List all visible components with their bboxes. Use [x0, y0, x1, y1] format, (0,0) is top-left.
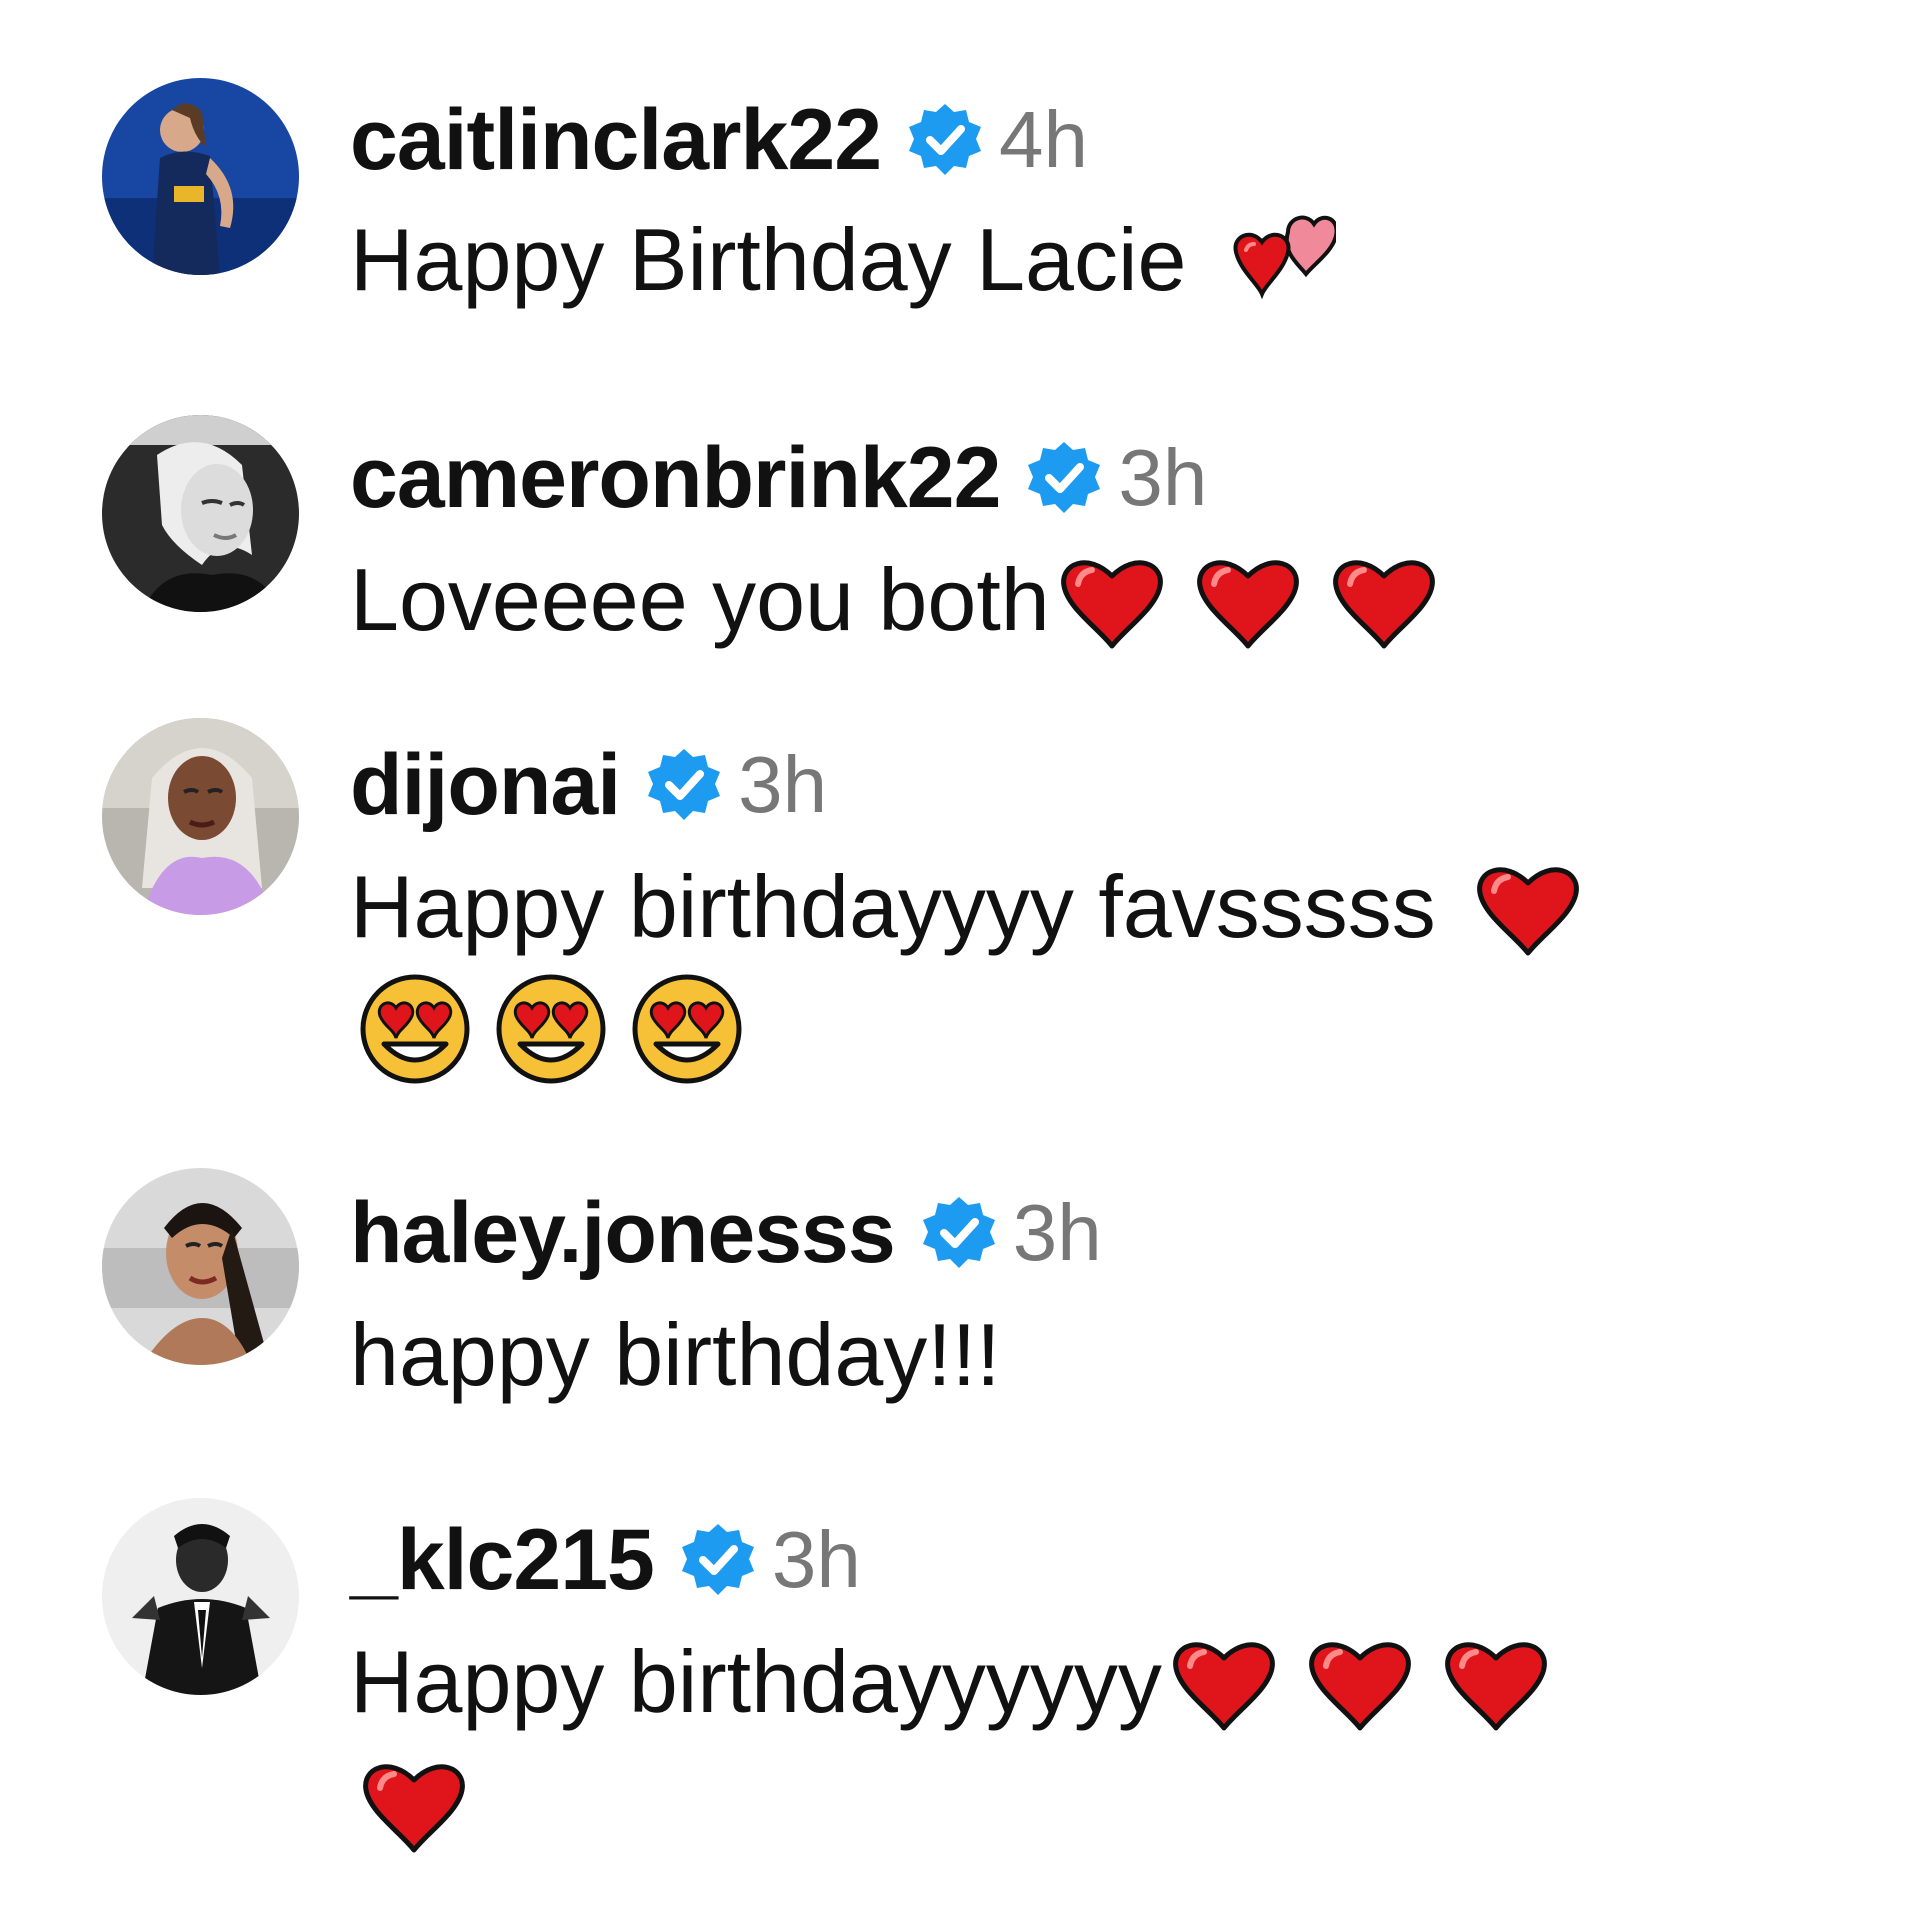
profile-photo-icon: [102, 78, 299, 275]
verified-badge-icon: [922, 1197, 995, 1268]
verified-badge-icon: [1028, 442, 1101, 513]
comment-header: dijonai 3h: [350, 735, 1880, 835]
username[interactable]: haley.jonesss: [350, 1183, 896, 1283]
two-hearts-icon: [1226, 210, 1337, 310]
verified-badge-icon: [909, 104, 982, 175]
comment-emoji-line: [350, 967, 1880, 1091]
timestamp: 3h: [1118, 433, 1208, 522]
red-heart-icon: [1304, 1632, 1416, 1732]
red-heart-icon: [1440, 1632, 1552, 1732]
comment-text: happy birthday!!!: [350, 1305, 1001, 1404]
verified-badge-icon: [681, 1524, 754, 1595]
heart-eyes-icon: [494, 972, 608, 1086]
comment-text: Happy Birthday Lacie: [350, 210, 1187, 309]
red-heart-icon: [1472, 857, 1584, 957]
username[interactable]: caitlinclark22: [350, 90, 882, 190]
avatar[interactable]: [102, 415, 299, 612]
username[interactable]: _klc215: [350, 1510, 655, 1610]
comment-text: Loveeee you both: [350, 550, 1050, 649]
comment-text: Happy birthdayyyyyy: [350, 1632, 1162, 1731]
profile-photo-icon: [102, 1168, 299, 1365]
red-heart-icon: [1192, 550, 1304, 650]
profile-photo-icon: [102, 718, 299, 915]
red-heart-icon: [1168, 1632, 1280, 1732]
avatar[interactable]: [102, 78, 299, 275]
red-heart-icon: [1328, 550, 1440, 650]
comment-emoji-line: [350, 1742, 1880, 1866]
comment-text-line: Happy birthdayyyyyy: [350, 1622, 1880, 1742]
comment-text-line: Happy birthdayyyy favsssss: [350, 847, 1880, 967]
comment-text-line: happy birthday!!!: [350, 1295, 1880, 1415]
username[interactable]: dijonai: [350, 735, 621, 835]
comment-header: cameronbrink22 3h: [350, 428, 1880, 528]
heart-eyes-icon: [630, 972, 744, 1086]
comment-header: _klc215 3h: [350, 1510, 1880, 1610]
username[interactable]: cameronbrink22: [350, 428, 1001, 528]
heart-eyes-icon: [358, 972, 472, 1086]
comment-text-line: Happy Birthday Lacie: [350, 200, 1880, 320]
comment-text: Happy birthdayyyy favsssss: [350, 857, 1436, 956]
verified-badge-icon: [648, 749, 721, 820]
comment-header: caitlinclark22 4h: [350, 90, 1880, 190]
timestamp: 3h: [771, 1515, 861, 1604]
timestamp: 3h: [738, 740, 828, 829]
avatar[interactable]: [102, 1168, 299, 1365]
profile-photo-icon: [102, 1498, 299, 1695]
profile-photo-icon: [102, 415, 299, 612]
avatar[interactable]: [102, 1498, 299, 1695]
comment-header: haley.jonesss 3h: [350, 1183, 1880, 1283]
timestamp: 3h: [1012, 1188, 1102, 1277]
avatar[interactable]: [102, 718, 299, 915]
red-heart-icon: [1056, 550, 1168, 650]
timestamp: 4h: [999, 95, 1089, 184]
red-heart-icon: [358, 1754, 470, 1854]
comment-text-line: Loveeee you both: [350, 540, 1880, 660]
